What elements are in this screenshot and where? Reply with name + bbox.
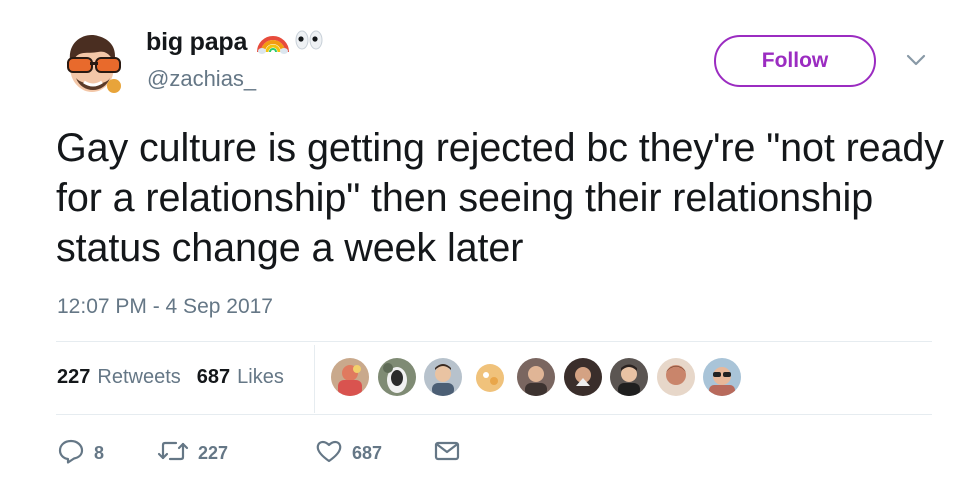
tweet-stats: 227 Retweets 687 Likes [57,366,300,389]
liker-avatar[interactable] [424,358,462,396]
divider-bottom [56,414,932,415]
liker-avatar[interactable] [703,358,741,396]
liker-avatars [331,358,750,396]
tweet-text: Gay culture is getting rejected bc they'… [56,126,944,270]
retweet-button[interactable]: 227 [157,438,315,469]
avatar[interactable] [62,30,124,100]
liker-avatar[interactable] [517,358,555,396]
rainbow-emoji [257,26,290,59]
retweet-icon [157,438,189,469]
follow-button[interactable]: Follow [714,35,876,87]
stats-separator [314,345,315,413]
reply-count: 8 [94,443,105,463]
liker-avatar[interactable] [563,358,602,396]
name-emoji-group [257,26,325,59]
retweets-count: 227 [57,366,91,388]
user-handle[interactable]: @zachias_ [147,66,256,92]
liker-avatar[interactable] [331,358,369,396]
liker-avatar[interactable] [377,358,416,396]
like-count: 687 [352,443,383,463]
liker-avatar[interactable] [610,358,648,396]
tweet-actions: 8 227 687 [57,438,461,469]
reply-icon [57,438,85,469]
like-button[interactable]: 687 [315,438,433,469]
direct-message-button[interactable] [433,439,461,468]
reply-button[interactable]: 8 [57,438,157,469]
liker-avatar[interactable] [470,358,509,396]
heart-icon [315,438,343,469]
user-name-row: big papa [146,26,325,59]
retweet-count: 227 [198,443,229,463]
divider-top [56,341,932,342]
chevron-down-icon[interactable] [905,52,927,68]
tweet-timestamp[interactable]: 12:07 PM - 4 Sep 2017 [57,295,273,319]
likes-stat[interactable]: 687 Likes [197,366,284,389]
likes-count: 687 [196,366,231,388]
display-name[interactable]: big papa [146,28,247,57]
retweets-stat[interactable]: 227 Retweets [57,366,181,389]
likes-label: Likes [237,366,284,388]
liker-avatar[interactable] [656,358,695,396]
eyes-emoji [293,29,325,56]
envelope-icon [433,439,461,468]
retweets-label: Retweets [97,366,181,388]
